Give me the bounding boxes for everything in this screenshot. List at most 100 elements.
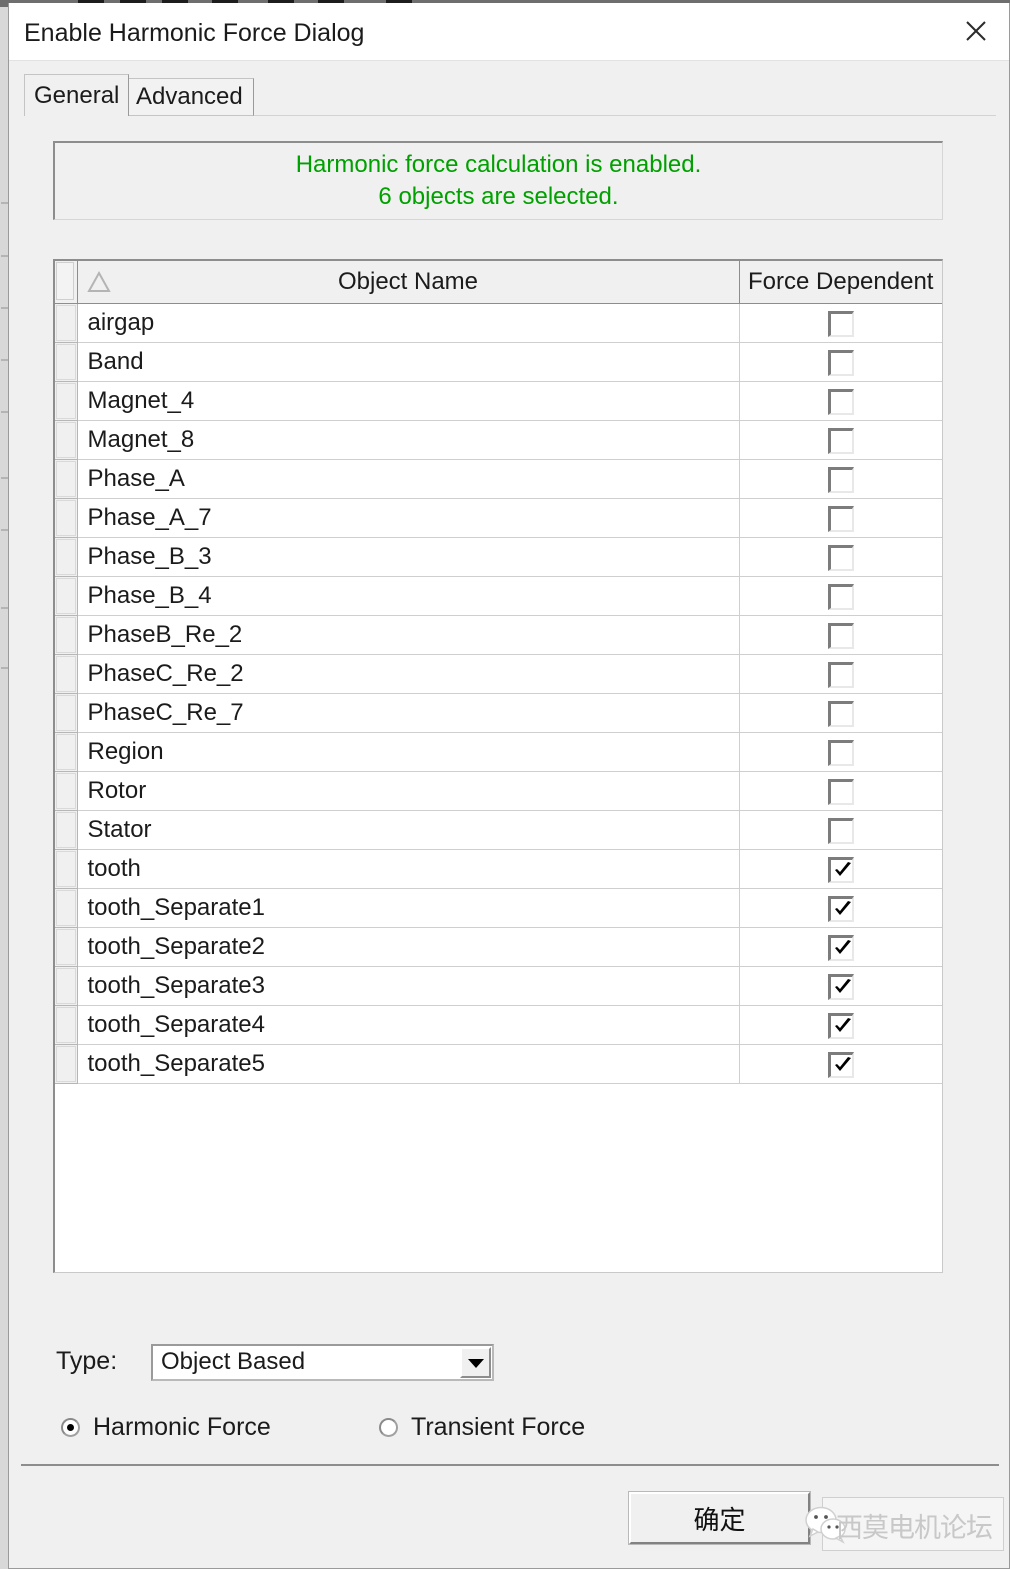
row-selector[interactable] [55,1006,77,1045]
status-banner: Harmonic force calculation is enabled. 6… [53,141,943,220]
row-selector[interactable] [55,850,77,889]
table-row[interactable]: Magnet_8 [55,421,942,460]
cell-force-dependent [739,967,942,1006]
tab-general[interactable]: General [24,74,129,116]
force-dependent-checkbox[interactable] [828,857,854,883]
cell-force-dependent [739,538,942,577]
force-dependent-checkbox[interactable] [828,311,854,337]
table-row[interactable]: Region [55,733,942,772]
window-title: Enable Harmonic Force Dialog [24,19,364,48]
table-row[interactable]: PhaseB_Re_2 [55,616,942,655]
force-dependent-checkbox[interactable] [828,935,854,961]
row-selector[interactable] [55,421,77,460]
force-dependent-checkbox[interactable] [828,506,854,532]
force-dependent-checkbox[interactable] [828,428,854,454]
table-row[interactable]: Phase_B_3 [55,538,942,577]
cell-object-name: Phase_B_3 [77,538,739,577]
row-selector[interactable] [55,928,77,967]
table-row[interactable]: PhaseC_Re_2 [55,655,942,694]
row-selector[interactable] [55,538,77,577]
table-body: airgapBandMagnet_4Magnet_8Phase_APhase_A… [55,304,942,1084]
cell-force-dependent [739,421,942,460]
force-dependent-checkbox[interactable] [828,389,854,415]
table-row[interactable]: airgap [55,304,942,343]
force-dependent-checkbox[interactable] [828,623,854,649]
force-dependent-checkbox[interactable] [828,974,854,1000]
row-selector[interactable] [55,967,77,1006]
table-row[interactable]: Band [55,343,942,382]
force-dependent-checkbox[interactable] [828,350,854,376]
table-row[interactable]: Rotor [55,772,942,811]
row-selector[interactable] [55,460,77,499]
force-dependent-checkbox[interactable] [828,545,854,571]
force-dependent-checkbox[interactable] [828,584,854,610]
radio-harmonic-force[interactable]: Harmonic Force [61,1413,271,1442]
enable-harmonic-force-dialog: Enable Harmonic Force Dialog General Adv… [8,3,1010,1569]
cell-object-name: Region [77,733,739,772]
tab-advanced[interactable]: Advanced [125,78,254,116]
row-selector[interactable] [55,811,77,850]
column-header-object-name[interactable]: Object Name [77,261,739,304]
row-selector[interactable] [55,889,77,928]
force-dependent-checkbox[interactable] [828,740,854,766]
row-selector[interactable] [55,382,77,421]
table-row[interactable]: Phase_B_4 [55,577,942,616]
cell-object-name: PhaseC_Re_7 [77,694,739,733]
table-corner-header[interactable] [55,261,77,304]
table-row[interactable]: Stator [55,811,942,850]
table-row[interactable]: tooth_Separate1 [55,889,942,928]
cell-force-dependent [739,1006,942,1045]
row-selector[interactable] [55,694,77,733]
cell-object-name: Phase_A [77,460,739,499]
cell-force-dependent [739,772,942,811]
radio-harmonic-force-label: Harmonic Force [93,1413,271,1442]
close-icon[interactable] [943,3,1009,59]
ok-button-label: 确定 [693,1500,745,1537]
table-row[interactable]: tooth_Separate2 [55,928,942,967]
table-row[interactable]: PhaseC_Re_7 [55,694,942,733]
table-row[interactable]: tooth_Separate3 [55,967,942,1006]
table-row[interactable]: tooth_Separate4 [55,1006,942,1045]
force-dependent-checkbox[interactable] [828,701,854,727]
column-header-object-name-label: Object Name [338,268,478,295]
chevron-down-icon[interactable] [460,1347,491,1378]
watermark: 西莫电机论坛 [804,1497,1004,1553]
row-selector[interactable] [55,616,77,655]
column-header-force-dependent[interactable]: Force Dependent [739,261,942,304]
table-row[interactable]: tooth_Separate5 [55,1045,942,1084]
row-selector[interactable] [55,343,77,382]
row-selector[interactable] [55,1045,77,1084]
tab-strip: General Advanced [9,60,1009,116]
row-selector[interactable] [55,733,77,772]
force-dependent-checkbox[interactable] [828,662,854,688]
cell-object-name: tooth_Separate3 [77,967,739,1006]
footer-divider [21,1464,999,1466]
watermark-box [822,1497,1004,1551]
cell-object-name: tooth [77,850,739,889]
force-dependent-checkbox[interactable] [828,1013,854,1039]
force-dependent-checkbox[interactable] [828,467,854,493]
table-row[interactable]: Magnet_4 [55,382,942,421]
cell-object-name: PhaseC_Re_2 [77,655,739,694]
watermark-text: 西莫电机论坛 [836,1506,992,1545]
force-dependent-checkbox[interactable] [828,896,854,922]
row-selector[interactable] [55,772,77,811]
table-header-row: Object Name Force Dependent [55,261,942,304]
table-row[interactable]: tooth [55,850,942,889]
table-row[interactable]: Phase_A [55,460,942,499]
row-selector[interactable] [55,499,77,538]
row-selector[interactable] [55,655,77,694]
radio-harmonic-force-dot [61,1418,80,1437]
force-dependent-checkbox[interactable] [828,818,854,844]
force-dependent-checkbox[interactable] [828,1052,854,1078]
wechat-icon [804,1504,848,1544]
row-selector[interactable] [55,577,77,616]
cell-force-dependent [739,655,942,694]
table-row[interactable]: Phase_A_7 [55,499,942,538]
force-dependent-checkbox[interactable] [828,779,854,805]
ok-button[interactable]: 确定 [629,1492,810,1544]
row-selector[interactable] [55,304,77,343]
type-dropdown[interactable]: Object Based [151,1344,494,1381]
radio-transient-force[interactable]: Transient Force [379,1413,585,1442]
object-table-panel[interactable]: Object Name Force Dependent airgapBandMa… [53,259,943,1273]
